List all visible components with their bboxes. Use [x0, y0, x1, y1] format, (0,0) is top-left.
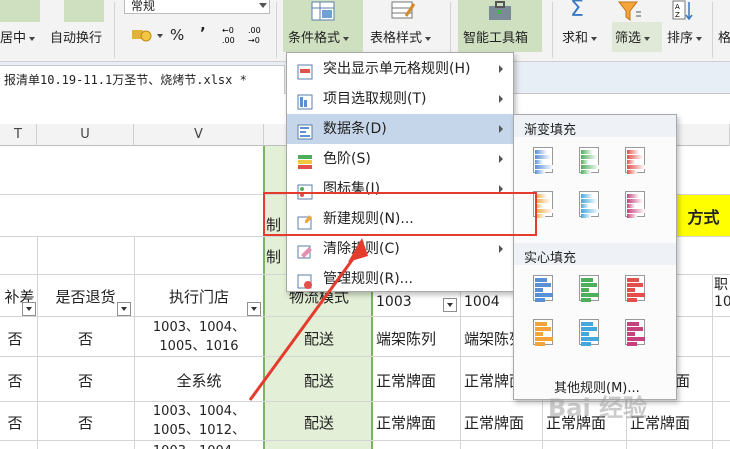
annotation-arrow [248, 238, 368, 401]
watermark: Bai 经验 [548, 394, 648, 422]
